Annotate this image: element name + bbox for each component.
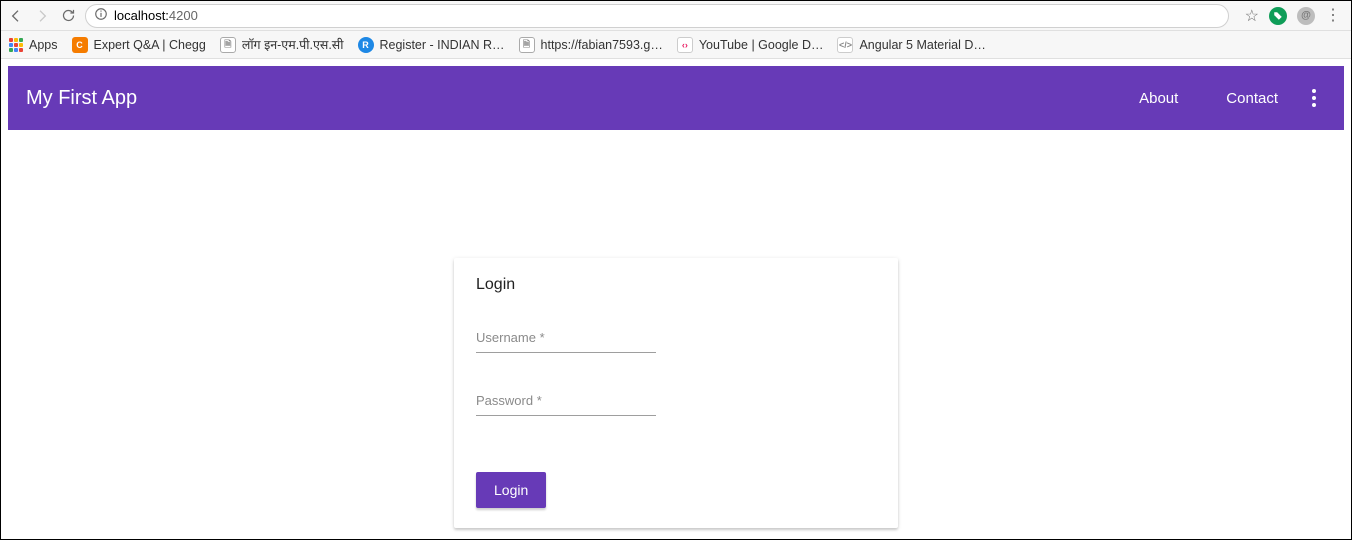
nav-contact[interactable]: Contact (1226, 90, 1278, 107)
extension-icon-2[interactable]: @ (1297, 7, 1315, 25)
username-field: Username * (476, 328, 656, 353)
bookmark-star-icon[interactable]: ☆ (1245, 6, 1259, 26)
bookmark-item[interactable]: R Register - INDIAN R… (358, 37, 505, 53)
bookmarks-bar: Apps C Expert Q&A | Chegg 🗎 लॉग इन-एम.पी… (1, 31, 1351, 59)
reload-button[interactable] (59, 7, 77, 25)
bookmark-item[interactable]: 🗎 लॉग इन-एम.पी.एस.सी (220, 36, 344, 53)
app-toolbar: My First App About Contact (8, 66, 1344, 130)
nav-about[interactable]: About (1139, 90, 1178, 107)
favicon-icon: 🗎 (220, 37, 236, 53)
app-title: My First App (26, 87, 137, 110)
page-content: My First App About Contact Login Usernam… (1, 59, 1351, 535)
login-card: Login Username * Password * Login (454, 258, 898, 528)
bookmark-item[interactable]: ‹› YouTube | Google D… (677, 37, 824, 53)
bookmark-label: Angular 5 Material D… (859, 38, 985, 52)
bookmark-item[interactable]: </> Angular 5 Material D… (837, 37, 985, 53)
apps-label: Apps (29, 38, 58, 52)
url-text: localhost:4200 (114, 8, 198, 23)
favicon-icon: C (72, 37, 88, 53)
bookmark-label: YouTube | Google D… (699, 38, 824, 52)
login-button[interactable]: Login (476, 472, 546, 508)
bookmark-label: https://fabian7593.g… (541, 38, 663, 52)
forward-button[interactable] (33, 7, 51, 25)
more-vert-icon[interactable] (1302, 88, 1326, 108)
address-bar[interactable]: localhost:4200 (85, 4, 1229, 28)
bookmark-label: Register - INDIAN R… (380, 38, 505, 52)
favicon-icon: 🗎 (519, 37, 535, 53)
favicon-icon: ‹› (677, 37, 693, 53)
site-info-icon[interactable] (94, 7, 108, 24)
password-input[interactable] (476, 391, 656, 416)
favicon-icon: R (358, 37, 374, 53)
back-button[interactable] (7, 7, 25, 25)
apps-shortcut[interactable]: Apps (9, 38, 58, 52)
bookmark-label: लॉग इन-एम.पी.एस.सी (242, 36, 344, 53)
username-input[interactable] (476, 328, 656, 353)
bookmark-label: Expert Q&A | Chegg (94, 38, 206, 52)
card-title: Login (476, 276, 876, 294)
bookmark-item[interactable]: 🗎 https://fabian7593.g… (519, 37, 663, 53)
browser-toolbar: localhost:4200 ☆ @ ⋮ (1, 1, 1351, 31)
extension-icon-1[interactable] (1269, 7, 1287, 25)
favicon-icon: </> (837, 37, 853, 53)
bookmark-item[interactable]: C Expert Q&A | Chegg (72, 37, 206, 53)
password-field: Password * (476, 391, 656, 416)
apps-grid-icon (9, 38, 23, 52)
